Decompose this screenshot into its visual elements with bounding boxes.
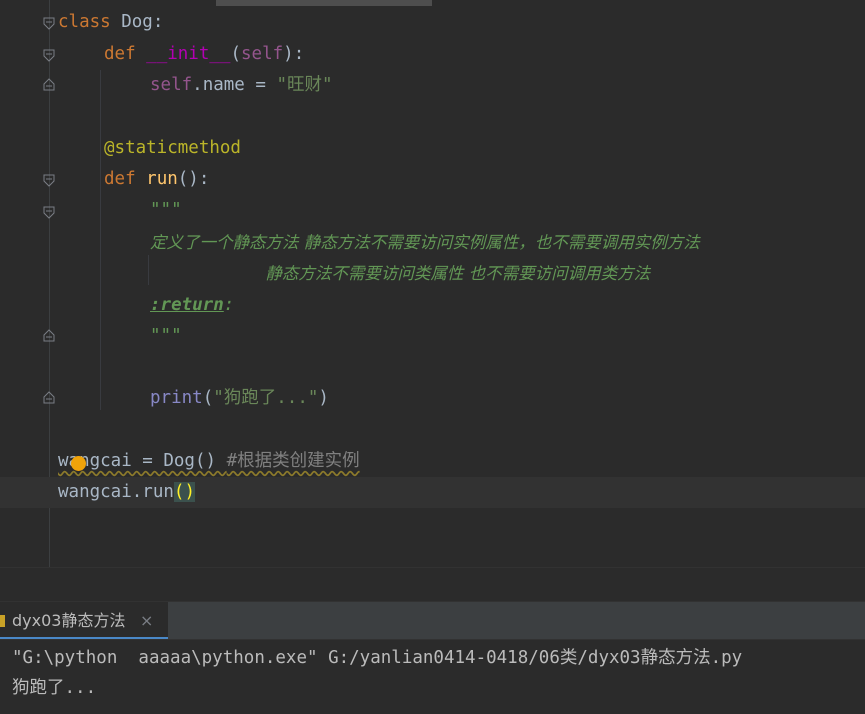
code-editor[interactable]: class Dog: def __init__(self): self.name… xyxy=(0,0,865,567)
string-literal: "旺财" xyxy=(276,75,333,95)
panel-separator xyxy=(0,567,865,602)
console-output-line: 狗跑了... xyxy=(12,678,97,698)
punctuation: ) xyxy=(318,388,329,408)
lightbulb-icon[interactable] xyxy=(71,456,86,471)
keyword: def xyxy=(104,169,136,189)
docstring-quote: """ xyxy=(150,326,182,346)
function-name: run xyxy=(146,169,178,189)
fold-end-icon[interactable] xyxy=(43,391,55,405)
decorator: @staticmethod xyxy=(104,138,241,158)
code-line-15[interactable]: wangcai = Dog() #根据类创建实例 xyxy=(58,446,360,477)
code-line-5[interactable]: @staticmethod xyxy=(104,133,241,164)
code-line-3[interactable]: self.name = "旺财" xyxy=(150,70,333,101)
punctuation: ): xyxy=(283,44,305,64)
punctuation: ( xyxy=(230,44,241,64)
run-tab-label: dyx03静态方法 xyxy=(12,611,126,630)
code-line-6[interactable]: def run(): xyxy=(104,164,209,195)
keyword: class xyxy=(58,12,111,32)
code-text: .name = xyxy=(192,75,277,95)
code-line-2[interactable]: def __init__(self): xyxy=(104,39,304,70)
fold-end-icon[interactable] xyxy=(43,78,55,92)
code-line-16[interactable]: wangcai.run() xyxy=(58,477,195,508)
code-line-13[interactable]: print("狗跑了...") xyxy=(150,383,329,414)
run-config-icon xyxy=(0,615,5,627)
close-icon[interactable]: × xyxy=(140,602,153,639)
fold-open-icon[interactable] xyxy=(43,16,55,30)
punctuation: ( xyxy=(202,388,214,408)
code-line-10[interactable]: :return: xyxy=(150,290,234,321)
self-ref: self xyxy=(150,75,193,95)
indent-guide xyxy=(100,70,101,410)
fold-open-icon[interactable] xyxy=(43,173,55,187)
docstring-tag: :return xyxy=(150,295,224,315)
matched-paren: () xyxy=(173,482,195,502)
console-command-line: "G:\python aaaaa\python.exe" G:/yanlian0… xyxy=(12,648,743,668)
fold-open-icon[interactable] xyxy=(43,48,55,62)
fold-end-icon[interactable] xyxy=(43,329,55,343)
docstring-text: 定义了一个静态方法 静态方法不需要访问实例属性，也不需要调用实例方法 xyxy=(150,233,700,252)
code-line-1[interactable]: class Dog: xyxy=(58,7,163,38)
horizontal-scrollbar-thumb[interactable] xyxy=(216,0,432,6)
code-line-7[interactable]: """ xyxy=(150,195,182,226)
comment: #根据类创建实例 xyxy=(226,451,360,471)
class-name: Dog xyxy=(110,12,153,32)
code-line-8[interactable]: 定义了一个静态方法 静态方法不需要访问实例属性，也不需要调用实例方法 xyxy=(150,227,700,258)
builtin-function: print xyxy=(150,388,203,408)
function-name: __init__ xyxy=(146,44,231,64)
run-tab-bar: dyx03静态方法 × xyxy=(0,602,865,640)
code-text: wangcai.run xyxy=(58,482,174,502)
punctuation: : xyxy=(223,295,235,315)
self-param: self xyxy=(241,44,284,64)
keyword: def xyxy=(104,44,136,64)
code-line-9[interactable]: 静态方法不需要访问类属性 也不需要访问调用类方法 xyxy=(150,258,650,289)
run-panel: dyx03静态方法 × "G:\python aaaaa\python.exe"… xyxy=(0,601,865,714)
indent-guide xyxy=(148,255,149,285)
punctuation: : xyxy=(152,12,164,32)
string-literal: "狗跑了..." xyxy=(213,388,319,408)
punctuation: (): xyxy=(177,169,210,189)
run-tab[interactable]: dyx03静态方法 × xyxy=(0,602,168,639)
docstring-text: 静态方法不需要访问类属性 也不需要访问调用类方法 xyxy=(150,264,651,283)
docstring-quote: """ xyxy=(150,200,182,220)
code-line-11[interactable]: """ xyxy=(150,321,182,352)
fold-open-icon[interactable] xyxy=(43,205,55,219)
